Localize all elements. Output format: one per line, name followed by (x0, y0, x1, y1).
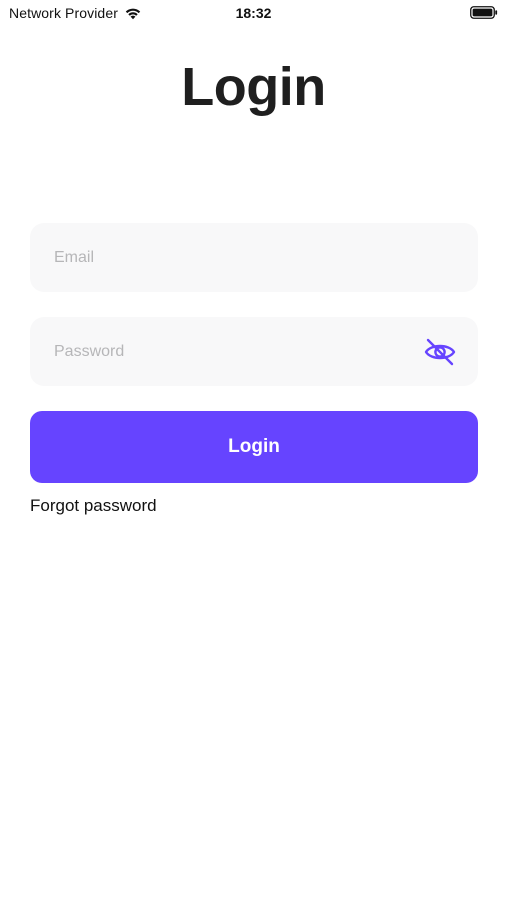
login-button[interactable]: Login (30, 411, 478, 483)
battery-icon (470, 6, 498, 19)
forgot-password-link[interactable]: Forgot password (30, 496, 157, 516)
email-field[interactable] (30, 223, 478, 292)
email-field-container (30, 223, 478, 292)
status-time: 18:32 (235, 5, 272, 21)
password-field[interactable] (30, 317, 478, 386)
page-title: Login (181, 57, 326, 117)
eye-off-icon[interactable] (424, 337, 456, 367)
password-field-container (30, 317, 478, 386)
status-bar: Network Provider 18:32 (0, 0, 507, 28)
